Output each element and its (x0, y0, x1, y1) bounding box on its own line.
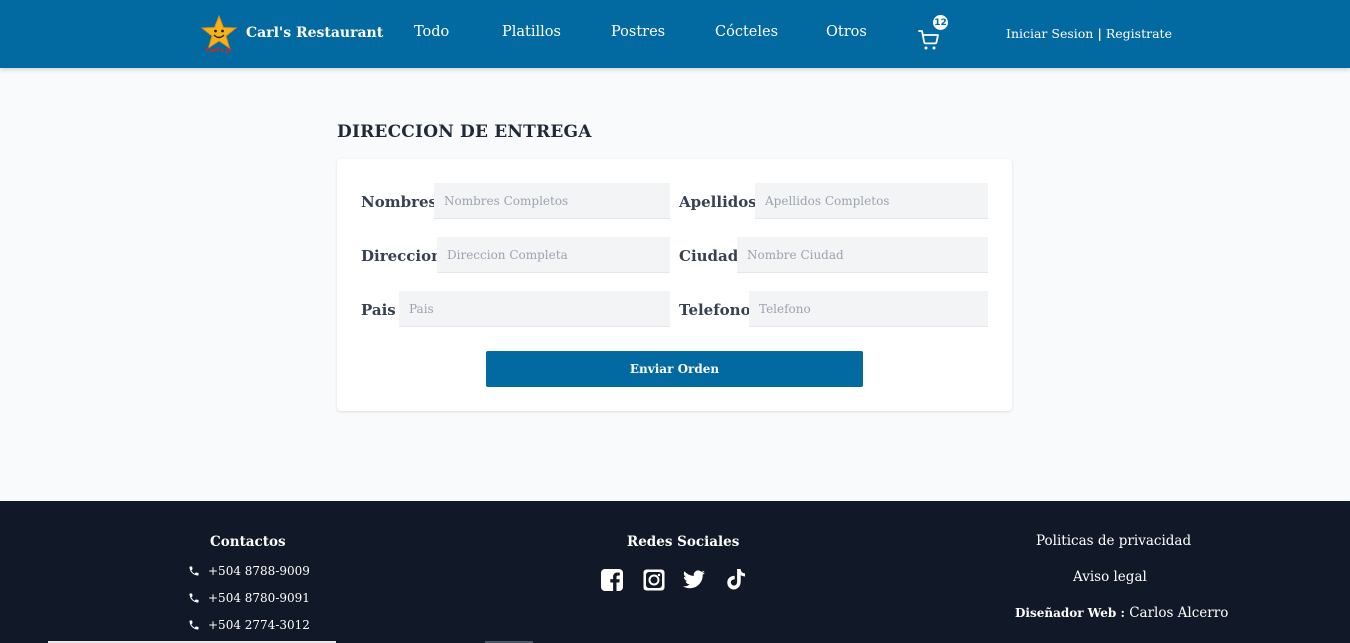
apellidos-input[interactable] (755, 183, 988, 219)
page-title: DIRECCION DE ENTREGA (337, 122, 592, 142)
facebook-icon[interactable] (600, 568, 624, 592)
legal-notice-link[interactable]: Aviso legal (1073, 569, 1147, 585)
phone-icon (189, 620, 199, 630)
phone-item: +504 8788-9009 (188, 564, 310, 578)
phone-icon (189, 593, 199, 603)
direccion-input[interactable] (437, 237, 670, 273)
telefono-input[interactable] (749, 291, 988, 327)
auth-separator: | (1097, 26, 1102, 41)
nav-platillos[interactable]: Platillos (502, 24, 561, 40)
designer-name: Carlos Alcerro (1129, 605, 1229, 621)
direccion-label: Direccion (361, 247, 443, 265)
designer-label: Diseñador Web : (1015, 606, 1125, 620)
brand-logo-icon: Carl's Jr. (200, 14, 238, 54)
register-link[interactable]: Registrate (1106, 26, 1172, 41)
brand-name: Carl's Restaurant (246, 25, 384, 41)
phone-item: +504 8780-9091 (188, 591, 310, 605)
phone-item: +504 2774-3012 (188, 618, 310, 632)
ciudad-label: Ciudad (679, 247, 739, 265)
privacy-policy-link[interactable]: Politicas de privacidad (1036, 533, 1191, 549)
delivery-address-form: Nombres Apellidos Direccion Ciudad Pais … (337, 159, 1012, 411)
submit-order-button[interactable]: Enviar Orden (486, 351, 863, 387)
web-designer-credit: Diseñador Web : Carlos Alcerro (1015, 605, 1228, 621)
tiktok-icon[interactable] (724, 568, 748, 592)
contacts-heading: Contactos (210, 534, 286, 550)
nombres-input[interactable] (434, 183, 670, 219)
telefono-label: Telefono (679, 301, 751, 319)
brand-logo-text: Carl's Jr. (205, 47, 233, 54)
top-navbar: Carl's Jr. Carl's Restaurant Todo Platil… (0, 0, 1350, 68)
phone-icon (189, 566, 199, 576)
phone-number: +504 8780-9091 (208, 591, 310, 605)
nav-postres[interactable]: Postres (611, 24, 665, 40)
cart-button[interactable] (917, 28, 943, 54)
ciudad-input[interactable] (737, 237, 988, 273)
instagram-icon[interactable] (642, 568, 666, 592)
login-link[interactable]: Iniciar Sesion (1006, 26, 1093, 41)
cart-icon (918, 30, 939, 50)
nav-todo[interactable]: Todo (414, 24, 449, 40)
pais-label: Pais (361, 301, 396, 319)
auth-links: Iniciar Sesion | Registrate (1006, 26, 1172, 41)
cart-count-badge: 12 (933, 15, 948, 30)
phone-number: +504 8788-9009 (208, 564, 310, 578)
brand-link[interactable]: Carl's Jr. Carl's Restaurant (200, 14, 383, 54)
social-heading: Redes Sociales (627, 534, 740, 550)
nombres-label: Nombres (361, 193, 437, 211)
phone-number: +504 2774-3012 (208, 618, 310, 632)
nav-otros[interactable]: Otros (826, 24, 867, 40)
pais-input[interactable] (399, 291, 670, 327)
apellidos-label: Apellidos (679, 193, 757, 211)
twitter-icon[interactable] (682, 568, 706, 592)
footer: Contactos +504 8788-9009 +504 8780-9091 … (0, 501, 1350, 643)
nav-cocteles[interactable]: Cócteles (715, 24, 778, 40)
